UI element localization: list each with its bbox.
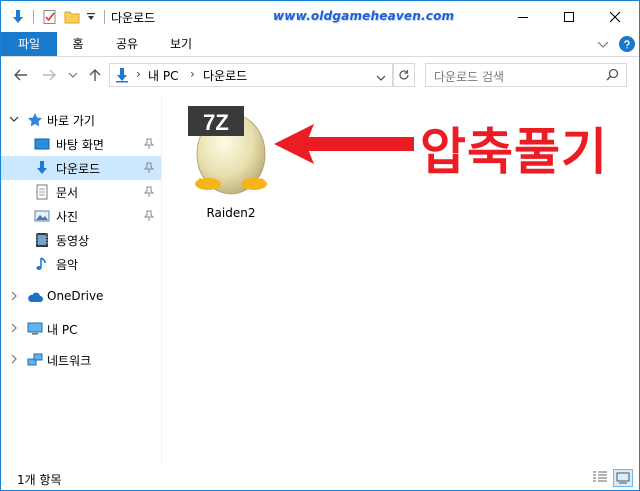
title-bar: 다운로드 www.oldgameheaven.com bbox=[1, 1, 639, 32]
forward-button[interactable] bbox=[41, 67, 57, 83]
watermark: www.oldgameheaven.com bbox=[273, 9, 455, 23]
large-icons-view-icon[interactable] bbox=[613, 469, 633, 487]
navigation-pane: 바로 가기 바탕 화면 다운로드 문서 사진 동영상 음악 OneDrive 내… bbox=[1, 94, 162, 464]
7z-archive-icon: 7Z bbox=[188, 106, 267, 195]
properties-icon[interactable] bbox=[41, 7, 59, 27]
separator bbox=[101, 7, 107, 27]
item-count: 1개 항목 bbox=[17, 473, 62, 487]
desktop-icon bbox=[34, 138, 50, 150]
chevron-right-icon[interactable] bbox=[9, 354, 19, 364]
sidebar-item-quick-access[interactable]: 바로 가기 bbox=[1, 108, 161, 132]
annotation-text: 압축풀기 bbox=[420, 123, 608, 181]
sidebar-item-label: 문서 bbox=[56, 186, 79, 200]
refresh-button[interactable] bbox=[393, 63, 415, 87]
chevron-right-icon[interactable] bbox=[9, 291, 19, 301]
down-arrow-icon[interactable] bbox=[9, 7, 27, 27]
pin-icon[interactable] bbox=[143, 210, 155, 222]
chevron-right-icon[interactable] bbox=[9, 323, 19, 333]
pin-icon[interactable] bbox=[143, 138, 155, 150]
sidebar-item-desktop[interactable]: 바탕 화면 bbox=[1, 132, 161, 156]
pin-icon[interactable] bbox=[143, 186, 155, 198]
minimize-button[interactable] bbox=[500, 1, 546, 32]
recent-locations-icon[interactable] bbox=[65, 67, 81, 83]
customize-toolbar-icon[interactable] bbox=[85, 7, 97, 27]
search-icon[interactable] bbox=[606, 68, 619, 84]
download-icon bbox=[114, 67, 130, 86]
status-bar: 1개 항목 bbox=[1, 464, 639, 490]
tab-share[interactable]: 공유 bbox=[107, 32, 147, 56]
sidebar-item-documents[interactable]: 문서 bbox=[1, 180, 161, 204]
sidebar-item-label: 바탕 화면 bbox=[56, 138, 104, 152]
window-title: 다운로드 bbox=[111, 11, 156, 25]
cloud-icon bbox=[28, 292, 43, 302]
computer-icon bbox=[27, 322, 43, 335]
explorer-window: 다운로드 www.oldgameheaven.com 파일 홈 공유 보기 › … bbox=[0, 0, 640, 491]
address-bar[interactable]: › 내 PC › 다운로드 bbox=[109, 63, 393, 87]
file-type-badge: 7Z bbox=[203, 110, 229, 135]
new-folder-icon[interactable] bbox=[63, 7, 81, 27]
chevron-down-icon[interactable] bbox=[9, 114, 19, 124]
file-name: Raiden2 bbox=[206, 206, 256, 220]
separator bbox=[30, 7, 36, 27]
sidebar-item-label: 바로 가기 bbox=[47, 114, 95, 128]
sidebar-item-music[interactable]: 음악 bbox=[1, 252, 161, 276]
sidebar-item-label: OneDrive bbox=[47, 289, 104, 303]
ribbon-tabs: 파일 홈 공유 보기 bbox=[1, 32, 639, 57]
sidebar-item-this-pc[interactable]: 내 PC bbox=[1, 317, 161, 341]
video-icon bbox=[36, 233, 48, 247]
breadcrumb-separator: › bbox=[136, 67, 141, 81]
sidebar-item-label: 동영상 bbox=[56, 234, 90, 248]
network-icon bbox=[27, 353, 43, 366]
breadcrumb-this-pc[interactable]: 내 PC bbox=[148, 67, 178, 84]
sidebar-item-pictures[interactable]: 사진 bbox=[1, 204, 161, 228]
back-button[interactable] bbox=[13, 67, 29, 83]
details-view-icon[interactable] bbox=[591, 469, 609, 485]
document-icon bbox=[36, 184, 48, 200]
maximize-button[interactable] bbox=[546, 1, 592, 32]
sidebar-item-label: 다운로드 bbox=[56, 162, 101, 176]
tab-home[interactable]: 홈 bbox=[63, 32, 93, 56]
address-dropdown-icon[interactable] bbox=[376, 71, 386, 85]
tab-file[interactable]: 파일 bbox=[1, 32, 57, 56]
file-item[interactable]: 7Z Raiden2 bbox=[182, 102, 280, 220]
sidebar-item-videos[interactable]: 동영상 bbox=[1, 228, 161, 252]
up-button[interactable] bbox=[87, 67, 103, 83]
picture-icon bbox=[34, 210, 50, 222]
sidebar-item-label: 사진 bbox=[56, 210, 79, 224]
sidebar-item-onedrive[interactable]: OneDrive bbox=[1, 285, 161, 309]
search-placeholder: 다운로드 검색 bbox=[434, 70, 505, 84]
sidebar-item-label: 네트워크 bbox=[47, 354, 92, 368]
breadcrumb-downloads[interactable]: 다운로드 bbox=[203, 67, 247, 84]
pin-icon[interactable] bbox=[143, 162, 155, 174]
expand-ribbon-icon[interactable] bbox=[597, 39, 609, 53]
star-icon bbox=[28, 113, 42, 127]
sidebar-item-label: 내 PC bbox=[47, 323, 78, 337]
search-box[interactable]: 다운로드 검색 bbox=[425, 63, 627, 87]
navigation-bar: › 내 PC › 다운로드 다운로드 검색 bbox=[1, 57, 639, 93]
close-button[interactable] bbox=[592, 1, 638, 32]
music-icon bbox=[36, 257, 46, 270]
sidebar-item-downloads[interactable]: 다운로드 bbox=[1, 156, 161, 180]
help-icon[interactable] bbox=[619, 36, 635, 52]
sidebar-item-network[interactable]: 네트워크 bbox=[1, 348, 161, 372]
download-icon bbox=[37, 161, 47, 174]
breadcrumb-separator: › bbox=[190, 67, 195, 81]
file-list: 7Z Raiden2 압축풀기 bbox=[162, 94, 639, 464]
red-arrow bbox=[274, 124, 414, 164]
sidebar-item-label: 음악 bbox=[56, 258, 79, 272]
tab-view[interactable]: 보기 bbox=[161, 32, 201, 56]
